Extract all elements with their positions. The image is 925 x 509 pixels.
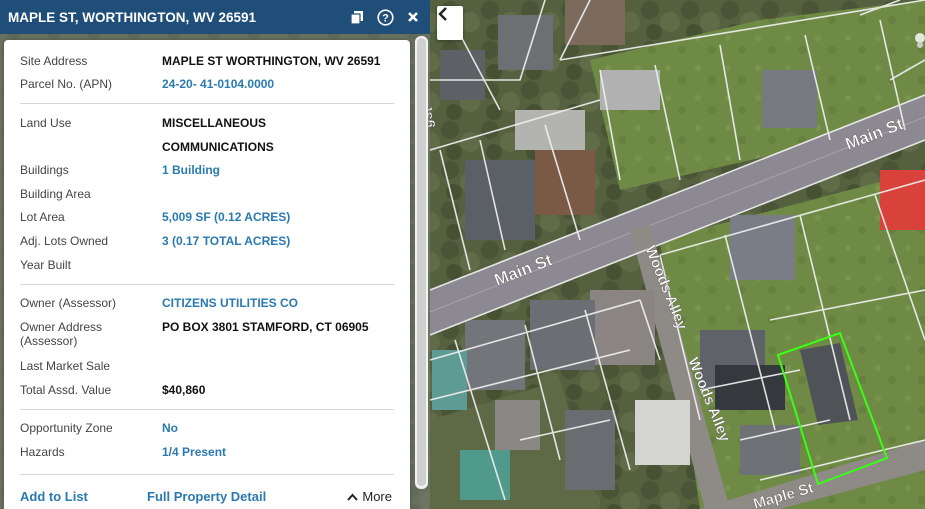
hazards-label: Hazards: [20, 445, 65, 459]
adj-lots-link[interactable]: 3 (0.17 TOTAL ACRES): [162, 234, 394, 248]
roof: [730, 215, 795, 280]
roof: [590, 290, 655, 365]
copy-icon[interactable]: [348, 8, 366, 26]
parcel-link[interactable]: 24-20- 41-0104.0000: [162, 77, 394, 91]
divider: [20, 409, 394, 410]
lot-area-link[interactable]: 5,009 SF (0.12 ACRES): [162, 210, 394, 224]
lot-area-label: Lot Area: [20, 210, 65, 224]
add-to-list-link[interactable]: Add to List: [20, 489, 88, 504]
divider: [20, 474, 394, 475]
site-address-value: MAPLE ST WORTHINGTON, WV 26591: [162, 54, 381, 68]
roof: [715, 365, 785, 410]
panel-footer: Add to List Full Property Detail More: [4, 486, 410, 509]
roof: [535, 150, 595, 215]
roof: [740, 425, 800, 475]
total-value-value: $40,860: [162, 383, 206, 397]
roof: [635, 400, 690, 465]
roof: [880, 170, 925, 230]
owner-address-value: PO BOX 3801 STAMFORD, CT 06905: [162, 320, 369, 334]
owner-label: Owner (Assessor): [20, 296, 117, 310]
divider: [20, 103, 394, 104]
more-label: More: [362, 489, 392, 504]
close-icon[interactable]: [404, 8, 422, 26]
full-property-detail-link[interactable]: Full Property Detail: [147, 489, 266, 504]
panel-scrollbar[interactable]: [415, 36, 428, 489]
panel-title: MAPLE ST, WORTHINGTON, WV 26591: [8, 9, 257, 25]
roof: [495, 400, 540, 450]
year-built-label: Year Built: [20, 258, 71, 272]
total-value-label: Total Assd. Value: [20, 383, 112, 397]
owner-address-label: Owner Address: [20, 320, 103, 334]
property-panel: MAPLE ST, WORTHINGTON, WV 26591 ? Site A…: [0, 0, 430, 509]
opportunity-zone-link[interactable]: No: [162, 421, 394, 435]
buildings-label: Buildings: [20, 163, 69, 177]
roof: [600, 70, 660, 110]
divider: [20, 284, 394, 285]
land-use-value-line1: MISCELLANEOUS: [162, 116, 267, 130]
buildings-link[interactable]: 1 Building: [162, 163, 394, 177]
opportunity-zone-label: Opportunity Zone: [20, 421, 113, 435]
site-address-label: Site Address: [20, 54, 88, 68]
help-icon[interactable]: ?: [376, 8, 394, 26]
chevron-up-icon: [347, 489, 359, 504]
roof: [565, 0, 625, 45]
roof: [565, 410, 615, 490]
last-sale-label: Last Market Sale: [20, 359, 111, 373]
owner-address-label-cont: (Assessor): [20, 334, 78, 348]
land-use-label: Land Use: [20, 116, 72, 130]
roof: [440, 50, 485, 100]
adj-lots-label: Adj. Lots Owned: [20, 234, 109, 248]
roof: [762, 70, 817, 128]
roof: [465, 320, 525, 390]
building-area-label: Building Area: [20, 187, 91, 201]
scrollbar-thumb[interactable]: [417, 38, 426, 486]
land-use-value-line2: COMMUNICATIONS: [162, 140, 274, 154]
panel-header: MAPLE ST, WORTHINGTON, WV 26591 ?: [0, 0, 430, 34]
svg-text:?: ?: [382, 12, 389, 24]
collapse-panel-button[interactable]: [437, 6, 463, 40]
hazards-link[interactable]: 1/4 Present: [162, 445, 394, 459]
parcel-label: Parcel No. (APN): [20, 77, 113, 91]
property-details-card: Site Address MAPLE ST WORTHINGTON, WV 26…: [4, 40, 410, 509]
owner-link[interactable]: CITIZENS UTILITIES CO: [162, 296, 394, 310]
more-button[interactable]: More: [347, 489, 392, 504]
